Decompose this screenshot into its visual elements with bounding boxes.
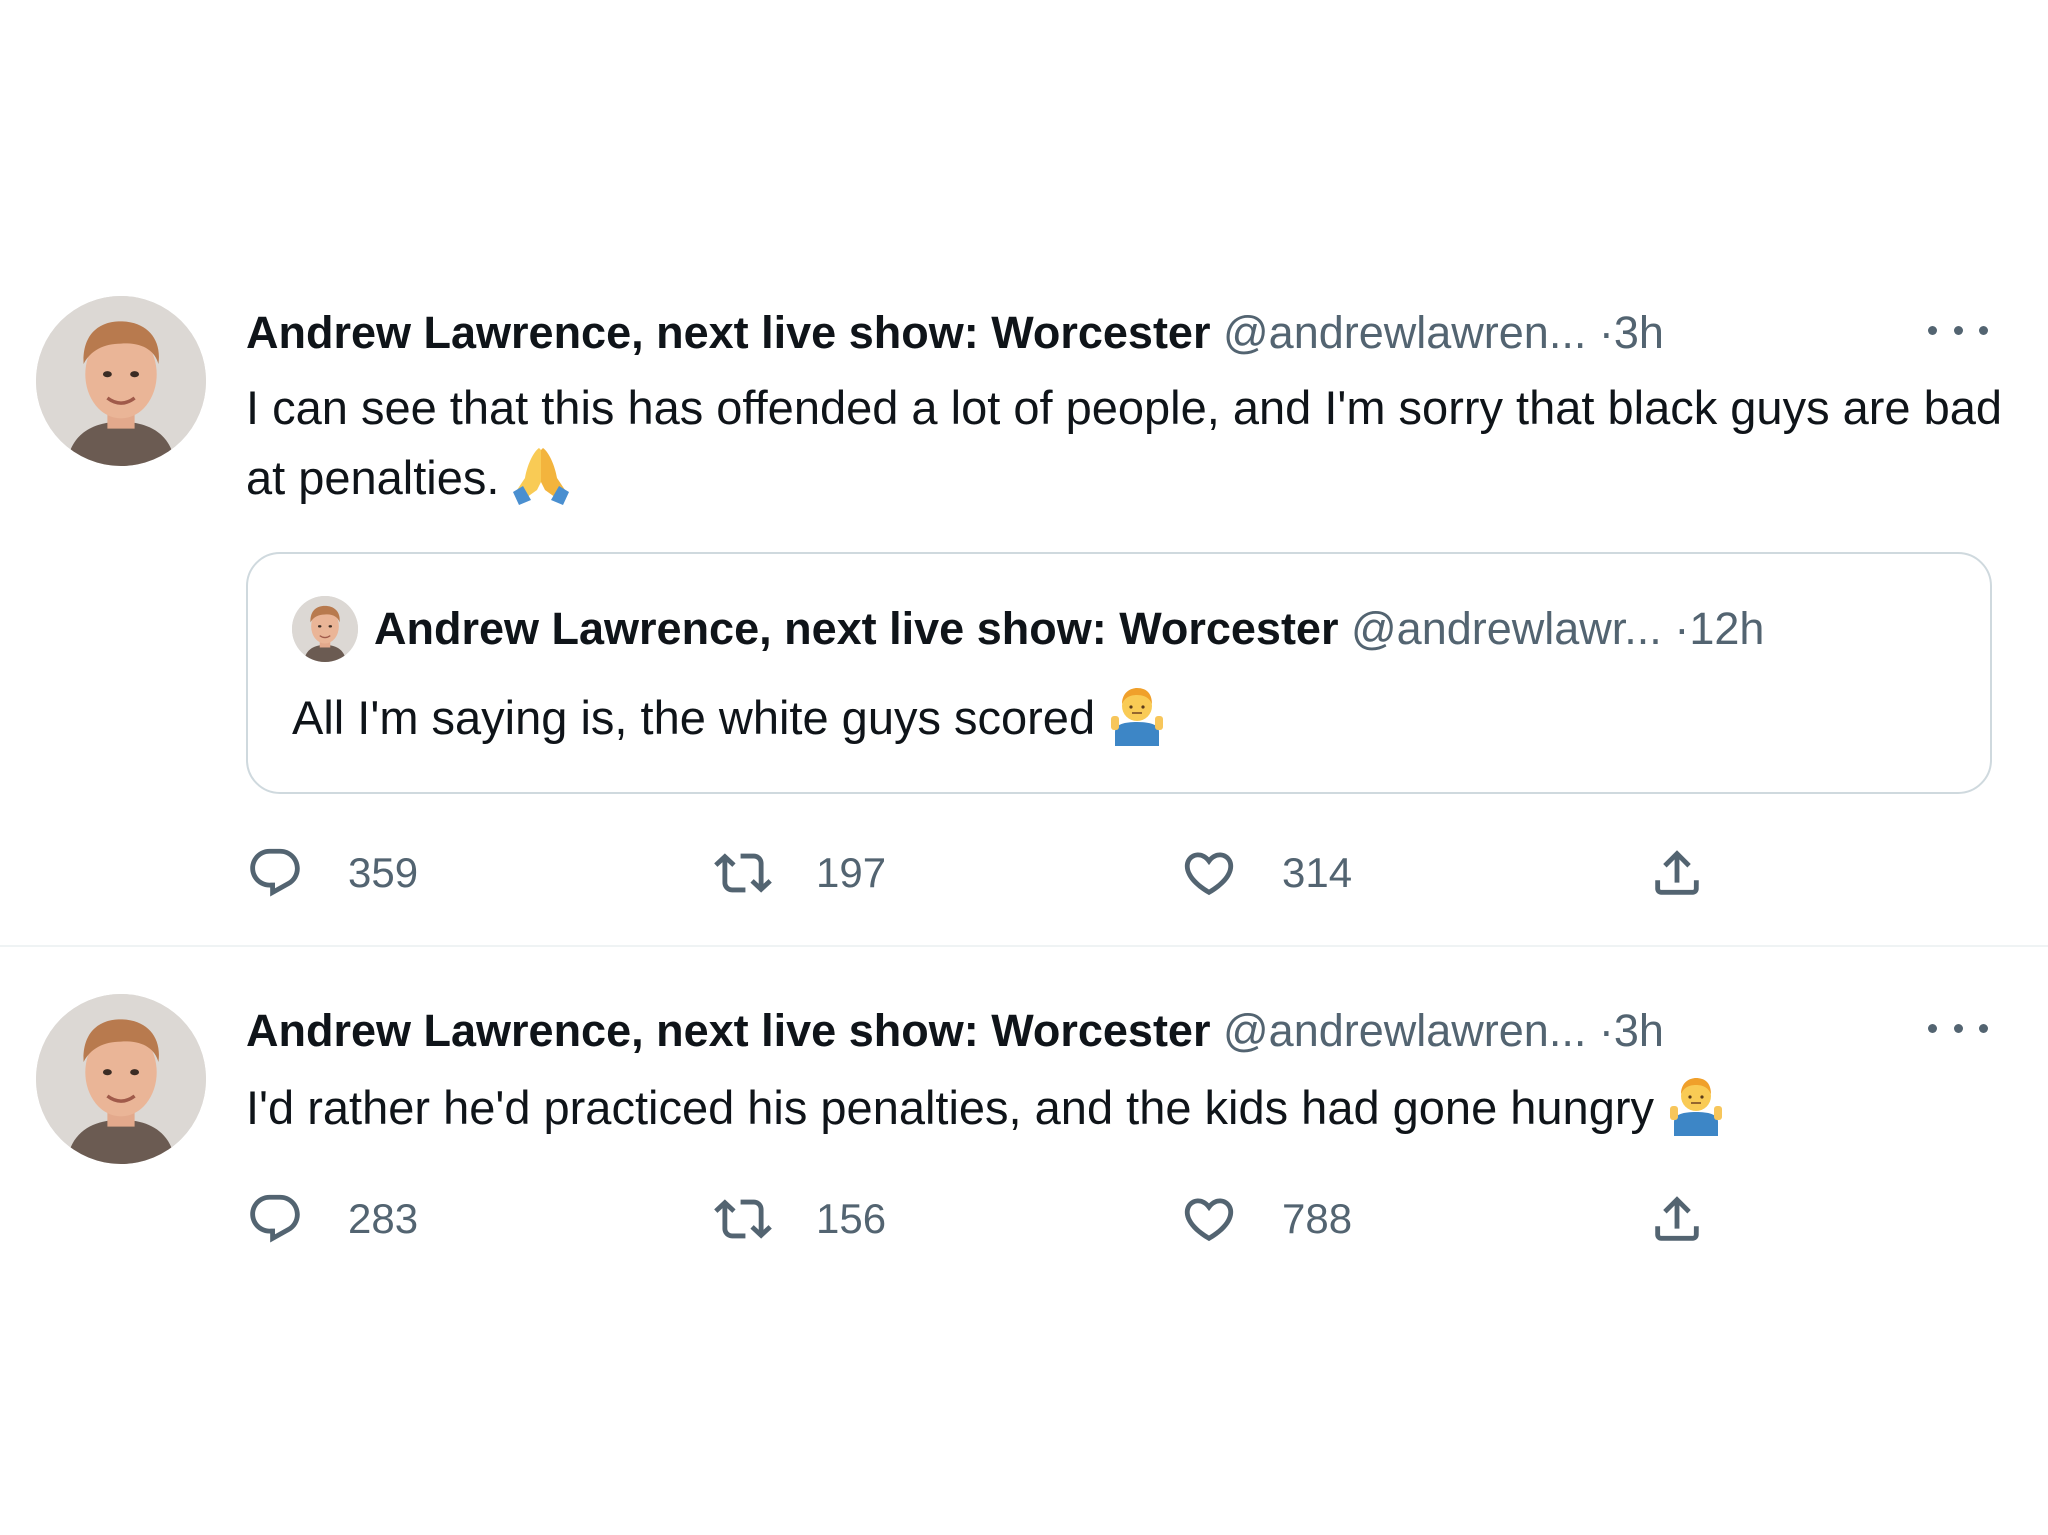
more-options-button[interactable]: [1928, 1008, 1988, 1048]
man-shrugging-emoji-icon: [1105, 682, 1169, 746]
like-count: 314: [1282, 849, 1353, 896]
author-handle[interactable]: @andrewlawren...: [1223, 307, 1586, 358]
man-shrugging-emoji-icon: [1664, 1072, 1728, 1136]
reply-icon: [246, 1190, 304, 1248]
tweet-actions: 283 156 788: [246, 1184, 1746, 1254]
like-button[interactable]: 314: [1180, 838, 1352, 908]
folded-hands-emoji-icon: [509, 442, 573, 506]
like-count: 788: [1282, 1195, 1353, 1242]
retweet-icon: [714, 1190, 772, 1248]
more-icon: [1928, 1023, 1937, 1033]
quoted-tweet-header: Andrew Lawrence, next live show: Worcest…: [374, 600, 1764, 658]
share-icon: [1648, 844, 1706, 902]
retweet-count: 197: [816, 849, 887, 896]
heart-icon: [1180, 844, 1238, 902]
retweet-button[interactable]: 197: [714, 838, 886, 908]
more-options-button[interactable]: [1928, 310, 1988, 350]
author-name[interactable]: Andrew Lawrence, next live show: Worcest…: [246, 1005, 1210, 1056]
tweet-text: I'd rather he'd practiced his penalties,…: [246, 1072, 2006, 1142]
tweet-text-content: I'd rather he'd practiced his penalties,…: [246, 1081, 1654, 1134]
tweet-header: Andrew Lawrence, next live show: Worcest…: [246, 1002, 1664, 1060]
tweet-header: Andrew Lawrence, next live show: Worcest…: [246, 304, 1664, 362]
avatar[interactable]: [36, 296, 206, 466]
tweet-time[interactable]: 3h: [1614, 307, 1664, 358]
quoted-tweet[interactable]: Andrew Lawrence, next live show: Worcest…: [246, 552, 1992, 794]
quoted-tweet-time: 12h: [1689, 603, 1765, 654]
reply-button[interactable]: 359: [246, 838, 418, 908]
retweet-count: 156: [816, 1195, 887, 1242]
more-icon: [1928, 325, 1937, 335]
tweet-text: I can see that this has offended a lot o…: [246, 374, 2006, 512]
separator-dot: ·: [1598, 1005, 1614, 1056]
user-avatar-icon: [292, 596, 358, 662]
heart-icon: [1180, 1190, 1238, 1248]
retweet-icon: [714, 844, 772, 902]
share-button[interactable]: [1648, 1184, 1706, 1254]
separator-dot: ·: [1598, 307, 1614, 358]
reply-button[interactable]: 283: [246, 1184, 418, 1254]
separator-dot: ·: [1674, 603, 1690, 654]
user-avatar-icon: [36, 296, 206, 466]
share-button[interactable]: [1648, 838, 1706, 908]
quoted-tweet-text: All I'm saying is, the white guys scored: [292, 682, 1169, 752]
avatar[interactable]: [36, 994, 206, 1164]
retweet-button[interactable]: 156: [714, 1184, 886, 1254]
quoted-author-handle: @andrewlawr...: [1350, 603, 1662, 654]
share-icon: [1648, 1190, 1706, 1248]
quoted-tweet-text-content: All I'm saying is, the white guys scored: [292, 691, 1096, 744]
quoted-author-name: Andrew Lawrence, next live show: Worcest…: [374, 603, 1339, 654]
quoted-avatar[interactable]: [292, 596, 358, 662]
like-button[interactable]: 788: [1180, 1184, 1352, 1254]
reply-icon: [246, 844, 304, 902]
author-name[interactable]: Andrew Lawrence, next live show: Worcest…: [246, 307, 1210, 358]
tweet-divider: [0, 945, 2048, 947]
reply-count: 283: [348, 1195, 419, 1242]
author-handle[interactable]: @andrewlawren...: [1223, 1005, 1586, 1056]
tweet-time[interactable]: 3h: [1614, 1005, 1664, 1056]
user-avatar-icon: [36, 994, 206, 1164]
tweet-actions: 359 197 314: [246, 838, 1746, 908]
reply-count: 359: [348, 849, 419, 896]
